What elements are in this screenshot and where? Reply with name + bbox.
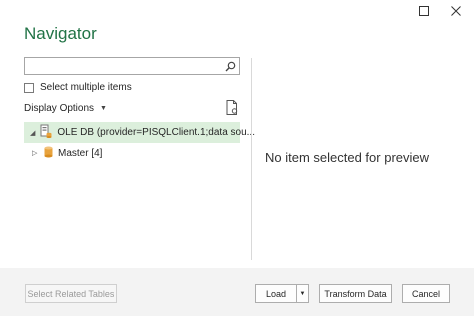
refresh-document-icon[interactable] xyxy=(226,100,238,115)
select-related-tables-button[interactable]: Select Related Tables xyxy=(25,284,117,303)
close-icon[interactable] xyxy=(450,5,462,17)
display-options-dropdown[interactable]: Display Options ▼ xyxy=(24,103,107,114)
pane-divider[interactable] xyxy=(251,58,252,260)
search-input[interactable] xyxy=(24,57,240,75)
tree-item-master[interactable]: ▷ Master [4] xyxy=(32,145,102,161)
tree-item-oledb[interactable]: ◢ OLE DB (provider=PISQLClient.1;data so… xyxy=(24,122,255,143)
select-multiple-label: Select multiple items xyxy=(40,82,132,93)
search-icon[interactable] xyxy=(223,59,237,73)
expand-icon[interactable]: ▷ xyxy=(32,149,39,157)
transform-data-button[interactable]: Transform Data xyxy=(319,284,392,303)
tree-item-label: Master [4] xyxy=(58,147,103,159)
select-multiple-checkbox[interactable] xyxy=(24,82,34,93)
caret-down-icon: ▼ xyxy=(100,105,107,112)
dialog-title: Navigator xyxy=(24,24,97,43)
load-button[interactable]: Load xyxy=(255,284,296,303)
tree-item-label: OLE DB (provider=PISQLClient.1;data sou.… xyxy=(57,127,255,138)
select-multiple-row[interactable]: Select multiple items xyxy=(24,82,132,93)
server-icon xyxy=(40,124,52,141)
collapse-icon[interactable]: ◢ xyxy=(30,129,35,137)
database-icon xyxy=(44,146,53,161)
window-controls xyxy=(418,5,462,17)
display-options-label: Display Options xyxy=(24,103,95,114)
load-dropdown-icon[interactable]: ▼ xyxy=(296,284,309,303)
maximize-icon[interactable] xyxy=(418,5,430,17)
preview-empty-text: No item selected for preview xyxy=(265,150,430,165)
cancel-button[interactable]: Cancel xyxy=(402,284,450,303)
